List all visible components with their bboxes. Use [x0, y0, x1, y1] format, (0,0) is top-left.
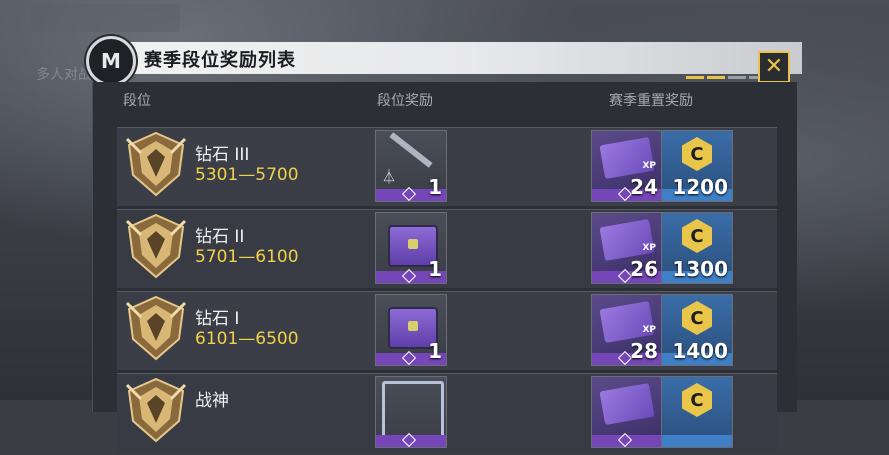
table-header: 段位 段位奖励 赛季重置奖励 [93, 82, 797, 112]
rank-reward-item[interactable] [375, 376, 447, 448]
header-season-reward: 赛季重置奖励 [609, 93, 693, 109]
rank-emblem-icon [123, 131, 189, 199]
title-bar-right [472, 42, 802, 74]
reward-rows[interactable]: 钻石 III 5301—5700 ⏃ 1 XP 24 C 1200 钻石 II … [117, 127, 777, 455]
reward-quantity: 1 [428, 339, 442, 363]
rank-reward-item[interactable]: 1 [375, 212, 447, 284]
header-rank: 段位 [123, 93, 151, 109]
table-row: 钻石 II 5701—6100 1 XP 26 C 1300 [117, 209, 777, 288]
rank-score-range: 6101—6500 [195, 329, 299, 349]
close-button[interactable]: ✕ [758, 51, 790, 83]
cp-currency-reward[interactable]: C 1300 [661, 212, 733, 284]
cp-coin-icon: C [682, 383, 712, 417]
xp-card-reward[interactable]: XP 24 [591, 130, 663, 202]
cp-coin-icon: C [682, 219, 712, 253]
rank-emblem-icon [123, 213, 189, 281]
xp-label: XP [642, 161, 656, 171]
rank-name: 钻石 I [195, 309, 240, 329]
page-indicator [686, 76, 767, 79]
table-row: 钻石 III 5301—5700 ⏃ 1 XP 24 C 1200 [117, 127, 777, 206]
season-rank-rewards-panel: M 赛季段位奖励列表 ✕ 段位 段位奖励 赛季重置奖励 钻石 III 5301—… [86, 36, 802, 452]
xp-card-icon [599, 218, 655, 262]
xp-card-icon [599, 136, 655, 180]
cp-coin-icon: C [682, 137, 712, 171]
rarity-bar [662, 435, 732, 447]
xp-quantity: 24 [630, 175, 658, 199]
panel-title: 赛季段位奖励列表 [144, 50, 296, 71]
xp-card-icon [599, 300, 655, 344]
background-mode-label: 多人对战 [36, 67, 92, 83]
cp-quantity: 1400 [672, 339, 728, 363]
rank-reward-item[interactable]: ⏃ 1 [375, 130, 447, 202]
table-row: 钻石 I 6101—6500 1 XP 28 C 1400 [117, 291, 777, 370]
xp-label: XP [642, 325, 656, 335]
cp-currency-reward[interactable]: C [661, 376, 733, 448]
xp-quantity: 28 [630, 339, 658, 363]
cp-currency-reward[interactable]: C 1400 [661, 294, 733, 366]
rank-name: 钻石 II [195, 227, 245, 247]
reward-quantity: 1 [428, 175, 442, 199]
rank-score-range: 5301—5700 [195, 165, 299, 185]
compass-icon: ⏃ [382, 170, 396, 186]
rewards-table: 段位 段位奖励 赛季重置奖励 钻石 III 5301—5700 ⏃ 1 XP 2… [92, 82, 797, 452]
rifle-icon [389, 132, 433, 168]
xp-card-reward[interactable]: XP 28 [591, 294, 663, 366]
header-rank-reward: 段位奖励 [377, 93, 433, 109]
rank-reward-item[interactable]: 1 [375, 294, 447, 366]
xp-card-reward[interactable]: XP 26 [591, 212, 663, 284]
rank-emblem-icon [123, 295, 189, 363]
reward-quantity: 1 [428, 257, 442, 281]
xp-label: XP [642, 243, 656, 253]
table-row: 战神 C [117, 373, 777, 452]
rank-name: 钻石 III [195, 145, 250, 165]
xp-card-reward[interactable] [591, 376, 663, 448]
background-banner [30, 4, 180, 32]
cp-currency-reward[interactable]: C 1200 [661, 130, 733, 202]
cp-quantity: 1300 [672, 257, 728, 281]
xp-card-icon [599, 382, 655, 426]
rank-score-range: 5701—6100 [195, 247, 299, 267]
rank-name: 战神 [195, 391, 229, 411]
game-logo-icon: M [86, 36, 136, 86]
xp-quantity: 26 [630, 257, 658, 281]
cp-coin-icon: C [682, 301, 712, 335]
cp-quantity: 1200 [672, 175, 728, 199]
rank-emblem-icon [123, 377, 189, 445]
